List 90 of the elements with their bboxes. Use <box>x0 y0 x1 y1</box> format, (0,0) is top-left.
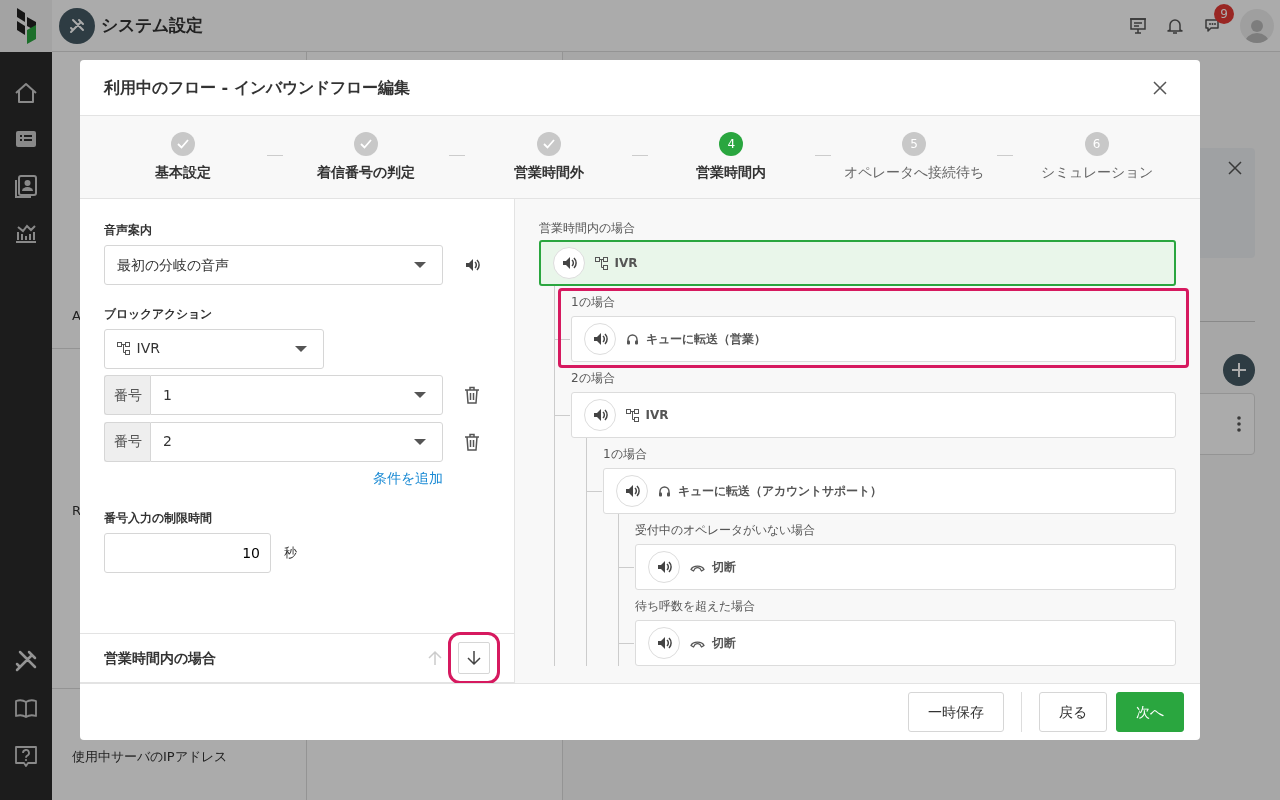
condition-select[interactable]: 2 <box>150 421 443 462</box>
headset-icon <box>658 484 671 498</box>
add-button[interactable] <box>1223 354 1255 386</box>
save-draft-button[interactable]: 一時保存 <box>908 692 1004 732</box>
branch-diagram-icon <box>626 408 639 422</box>
action-select[interactable]: IVR <box>104 328 324 369</box>
kebab-menu-icon[interactable] <box>1237 415 1241 432</box>
branch-label: 1の場合 <box>603 446 648 464</box>
step-label[interactable]: シミュレーション <box>1040 161 1153 183</box>
flow-node[interactable]: 切断 <box>635 620 1176 667</box>
flow-node[interactable]: キューに転送（営業） <box>571 316 1176 363</box>
field-label: ブロックアクション <box>104 305 213 323</box>
node-label: IVR <box>645 407 669 425</box>
select-value: 最初の分岐の音声 <box>117 255 230 275</box>
phone-handset-icon <box>690 562 705 572</box>
add-condition-link[interactable]: 条件を追加 <box>373 468 443 489</box>
caret-icon <box>414 392 426 398</box>
select-value: 1 <box>163 385 173 405</box>
node-label: キューに転送（アカウントサポート） <box>677 483 882 501</box>
branch-label: 2の場合 <box>571 370 616 388</box>
tools-icon[interactable] <box>13 648 39 674</box>
dialog-title: 利用中のフロー - インバウンドフロー編集 <box>104 76 410 99</box>
close-icon[interactable] <box>1228 161 1242 175</box>
select-value: IVR <box>136 339 161 358</box>
step-number: 4 <box>719 131 744 156</box>
unit-label: 秒 <box>284 543 297 562</box>
notification-count: 9 <box>1214 3 1234 24</box>
check-icon <box>177 138 190 149</box>
check-icon <box>542 138 555 149</box>
headset-icon <box>626 332 639 346</box>
caret-icon <box>414 438 426 445</box>
page-title: システム設定 <box>101 13 203 37</box>
speaker-icon <box>592 407 608 424</box>
step-label[interactable]: 着信番号の判定 <box>317 161 415 183</box>
section-title: 営業時間内の場合 <box>104 648 217 668</box>
speaker-icon <box>656 635 672 652</box>
help-icon[interactable] <box>13 744 39 770</box>
back-button[interactable]: 戻る <box>1039 692 1107 732</box>
close-icon <box>1153 80 1167 95</box>
node-label: 切断 <box>711 559 736 577</box>
presentation-board-icon[interactable] <box>1129 16 1147 35</box>
branch-label: 待ち呼数を超えた場合 <box>635 598 756 616</box>
trash-icon <box>464 386 480 404</box>
speaker-icon <box>656 559 672 576</box>
field-label: 番号入力の制限時間 <box>104 509 213 527</box>
logo-icon <box>15 7 37 44</box>
condition-select[interactable]: 1 <box>150 375 443 415</box>
node-label: キューに転送（営業） <box>645 331 766 349</box>
speaker-icon <box>464 257 480 273</box>
tools-icon <box>67 16 86 35</box>
trash-icon <box>464 432 480 451</box>
branch-diagram-icon <box>595 256 608 270</box>
play-button[interactable] <box>584 399 616 432</box>
caret-icon <box>295 345 307 352</box>
check-icon <box>360 138 372 149</box>
flow-node[interactable]: IVR <box>571 392 1176 439</box>
flow-node[interactable]: 切断 <box>635 544 1176 591</box>
speaker-icon <box>624 483 640 500</box>
flow-node[interactable]: キューに転送（アカウントサポート） <box>603 468 1176 515</box>
play-button[interactable] <box>584 323 616 356</box>
speaker-icon <box>561 255 577 272</box>
node-label: 切断 <box>711 635 736 653</box>
step-label[interactable]: 基本設定 <box>155 161 212 183</box>
branch-label: 営業時間内の場合 <box>539 220 636 237</box>
node-label: IVR <box>614 255 638 273</box>
bell-icon[interactable] <box>1166 16 1183 35</box>
branch-diagram-icon <box>117 342 130 355</box>
timeout-field[interactable]: 10 <box>104 532 271 573</box>
branch-label: 1の場合 <box>571 294 616 312</box>
phone-handset-icon <box>690 638 705 648</box>
play-button[interactable] <box>616 475 648 508</box>
field-label: 音声案内 <box>104 222 153 239</box>
input-prefix: 番号 <box>104 421 150 462</box>
down-arrow-icon <box>467 650 481 666</box>
select-value: 2 <box>163 432 173 451</box>
branch-label: 受付中のオペレータがいない場合 <box>635 522 816 540</box>
play-button[interactable] <box>648 551 680 584</box>
contact-card-icon[interactable] <box>13 173 39 199</box>
flow-node[interactable]: IVR <box>539 240 1176 287</box>
play-button[interactable] <box>648 627 680 660</box>
step-label[interactable]: 営業時間外 <box>513 161 584 183</box>
plus-icon <box>1232 363 1246 377</box>
caret-icon <box>414 262 426 268</box>
nav-item[interactable]: 使用中サーバのIPアドレス <box>60 737 298 777</box>
voice-select[interactable]: 最初の分岐の音声 <box>104 245 443 285</box>
step-label[interactable]: 営業時間内 <box>696 161 767 183</box>
play-button[interactable] <box>553 247 585 280</box>
step-label[interactable]: オペレータへ接続待ち <box>844 161 984 183</box>
input-prefix: 番号 <box>104 375 150 415</box>
speaker-icon <box>592 331 608 348</box>
